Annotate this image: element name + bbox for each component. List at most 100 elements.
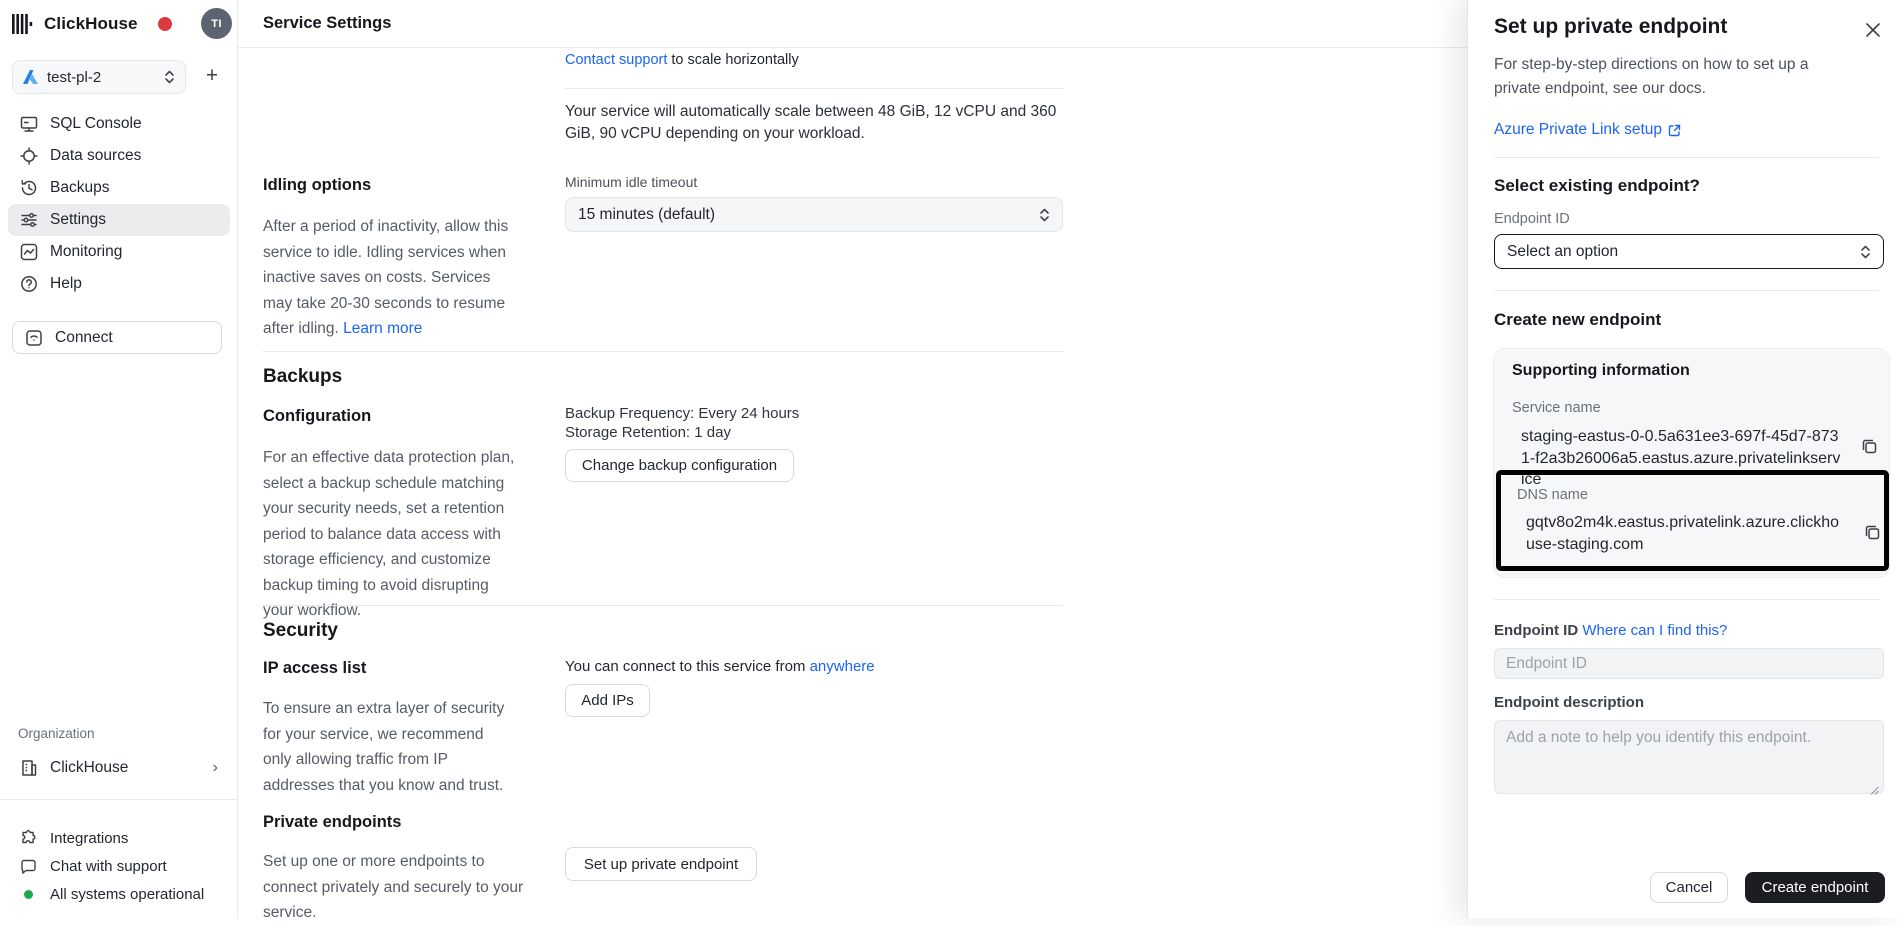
logo-row: ClickHouse TI (12, 8, 226, 40)
dns-name-value: gqtv8o2m4k.eastus.privatelink.azure.clic… (1526, 512, 1846, 555)
select-placeholder: Select an option (1507, 243, 1618, 261)
drawer-divider (1494, 290, 1879, 291)
user-avatar[interactable]: TI (201, 8, 232, 39)
page-title: Service Settings (263, 14, 391, 33)
learn-more-link[interactable]: Learn more (343, 320, 422, 337)
chevron-updown-icon (1039, 208, 1050, 222)
autoscale-text: Your service will automatically scale be… (565, 101, 1070, 145)
page-header: Service Settings (238, 0, 1467, 48)
drawer-intro-text: For step-by-step directions on how to se… (1494, 53, 1839, 100)
connect-label: Connect (55, 329, 113, 347)
divider (565, 88, 1063, 89)
ip-access-description: To ensure an extra layer of security for… (263, 696, 515, 798)
main-content: Service Settings Contact support to scal… (238, 0, 1467, 918)
security-section-title: Security (263, 620, 338, 642)
backup-configuration-title: Configuration (263, 407, 371, 426)
add-ips-button[interactable]: Add IPs (565, 684, 650, 717)
idle-timeout-label: Minimum idle timeout (565, 174, 697, 190)
backups-section-title: Backups (263, 366, 342, 388)
close-icon[interactable] (1862, 19, 1884, 41)
sidebar-item-label: Monitoring (50, 243, 122, 261)
cancel-button[interactable]: Cancel (1650, 872, 1728, 903)
existing-endpoint-select[interactable]: Select an option (1494, 234, 1884, 269)
add-service-button[interactable]: + (198, 62, 226, 90)
idling-options-title: Idling options (263, 176, 371, 195)
clickhouse-logo-icon (12, 14, 34, 34)
contact-support-suffix: to scale horizontally (671, 52, 798, 68)
backups-history-icon (20, 179, 38, 197)
azure-link-label: Azure Private Link setup (1494, 121, 1662, 139)
monitoring-chart-icon (20, 243, 38, 261)
settings-sliders-icon (20, 211, 38, 229)
chevron-updown-icon (1860, 245, 1871, 259)
chevron-updown-icon (164, 70, 175, 84)
idle-timeout-value: 15 minutes (default) (578, 206, 715, 224)
private-endpoints-title: Private endpoints (263, 813, 401, 832)
help-icon (20, 275, 38, 293)
sidebar-item-label: Help (50, 275, 82, 293)
sidebar-item-backups[interactable]: Backups (8, 172, 230, 204)
create-endpoint-button[interactable]: Create endpoint (1745, 872, 1885, 903)
idle-timeout-select[interactable]: 15 minutes (default) (565, 197, 1063, 232)
endpoint-id-input[interactable] (1494, 648, 1884, 679)
status-green-dot-icon (24, 890, 33, 899)
sidebar-item-help[interactable]: Help (8, 268, 230, 300)
setup-private-endpoint-drawer: Set up private endpoint For step-by-step… (1467, 0, 1898, 918)
endpoint-description-textarea[interactable] (1494, 720, 1884, 794)
sql-console-icon (20, 115, 38, 133)
backup-description: For an effective data protection plan, s… (263, 445, 515, 624)
contact-support-link[interactable]: Contact support (565, 52, 667, 68)
divider (263, 351, 1063, 352)
sidebar-item-data-sources[interactable]: Data sources (8, 140, 230, 172)
drawer-title: Set up private endpoint (1494, 15, 1727, 39)
chevron-right-icon: › (213, 759, 218, 777)
notification-dot[interactable] (158, 17, 172, 31)
sidebar-item-label: Settings (50, 211, 106, 229)
sidebar-item-monitoring[interactable]: Monitoring (8, 236, 230, 268)
existing-endpoint-id-label: Endpoint ID (1494, 211, 1570, 227)
azure-private-link-setup-link[interactable]: Azure Private Link setup (1494, 121, 1681, 139)
copy-icon[interactable] (1860, 437, 1879, 456)
drawer-divider (1494, 157, 1879, 158)
sidebar-item-chat-support[interactable]: Chat with support (8, 852, 230, 880)
azure-icon (23, 70, 38, 84)
connect-from-prefix: You can connect to this service from (565, 658, 805, 675)
dns-name-label: DNS name (1517, 487, 1588, 503)
sidebar-nav: SQL Console Data sources Backups Setting… (8, 108, 230, 300)
endpoint-id-row: Endpoint ID Where can I find this? (1494, 622, 1727, 639)
organization-building-icon (20, 759, 38, 777)
app-title: ClickHouse (44, 14, 138, 34)
connect-button[interactable]: Connect (12, 321, 222, 354)
sidebar-item-label: Integrations (50, 830, 128, 847)
copy-icon[interactable] (1863, 523, 1882, 542)
organization-name: ClickHouse (50, 759, 128, 777)
storage-retention-text: Storage Retention: 1 day (565, 424, 731, 441)
sidebar-divider (0, 799, 238, 800)
sidebar: ClickHouse TI test-pl-2 + SQL Console Da… (0, 0, 238, 918)
private-endpoints-description: Set up one or more endpoints to connect … (263, 849, 528, 926)
service-name: test-pl-2 (47, 69, 164, 86)
scale-horizontally-line: Contact support to scale horizontally (565, 52, 799, 68)
backup-frequency-text: Backup Frequency: Every 24 hours (565, 405, 799, 422)
chat-bubble-icon (20, 858, 37, 875)
change-backup-configuration-button[interactable]: Change backup configuration (565, 449, 794, 482)
create-new-endpoint-title: Create new endpoint (1494, 310, 1661, 330)
data-sources-icon (20, 147, 38, 165)
endpoint-id-label: Endpoint ID (1494, 622, 1578, 639)
sidebar-item-sql-console[interactable]: SQL Console (8, 108, 230, 140)
sidebar-item-system-status[interactable]: All systems operational (8, 880, 230, 908)
organization-switcher[interactable]: ClickHouse › (8, 752, 230, 784)
sidebar-item-integrations[interactable]: Integrations (8, 824, 230, 852)
ip-access-list-title: IP access list (263, 659, 366, 678)
setup-private-endpoint-button[interactable]: Set up private endpoint (565, 847, 757, 881)
external-link-icon (1668, 124, 1681, 137)
endpoint-description-label: Endpoint description (1494, 694, 1644, 711)
service-name-label: Service name (1512, 400, 1601, 416)
where-find-link[interactable]: Where can I find this? (1582, 622, 1727, 639)
sidebar-item-label: Data sources (50, 147, 141, 165)
service-selector[interactable]: test-pl-2 (12, 60, 186, 94)
anywhere-link[interactable]: anywhere (810, 658, 875, 675)
sidebar-item-settings[interactable]: Settings (8, 204, 230, 236)
supporting-information-title: Supporting information (1512, 362, 1690, 380)
divider (263, 605, 1063, 606)
